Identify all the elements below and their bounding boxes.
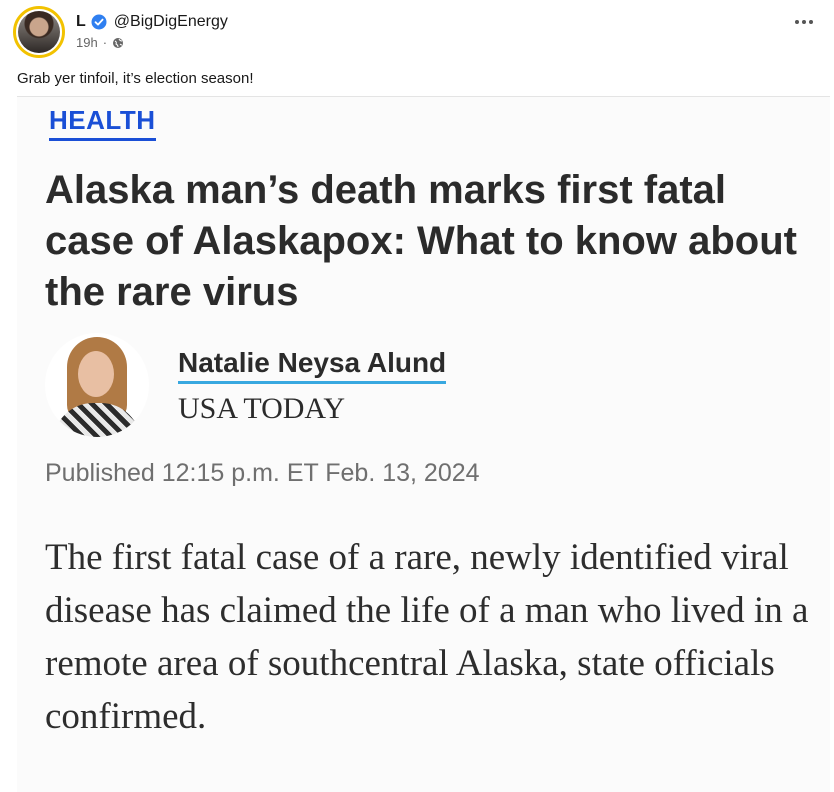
more-options-button[interactable] [792,12,816,32]
post-header: L @BigDigEnergy 19h · [0,0,834,64]
more-icon-dot [809,20,813,24]
meta-separator: · [102,35,108,50]
avatar[interactable] [13,6,65,58]
cutoff-text [45,775,785,792]
author-name[interactable]: L [76,13,86,31]
author-line: L @BigDigEnergy [76,12,228,32]
post-meta: 19h · [76,35,124,50]
article-body: The first fatal case of a rare, newly id… [45,537,809,737]
article-image[interactable]: HEALTH Alaska man’s death marks first fa… [17,96,830,792]
post-time[interactable]: 19h [76,35,98,50]
verified-icon [91,14,107,30]
post-text: Grab yer tinfoil, it’s election season! [17,70,254,87]
more-icon-dot [802,20,806,24]
article-publication: USA TODAY [178,392,346,425]
avatar-image [18,11,60,53]
more-icon-dot [795,20,799,24]
author-photo [45,333,149,437]
section-tag: HEALTH [49,105,156,141]
article-published: Published 12:15 p.m. ET Feb. 13, 2024 [45,459,480,487]
globe-icon [112,37,124,49]
article-headline: Alaska man’s death marks first fatal cas… [45,168,797,314]
article-author: Natalie Neysa Alund [178,347,447,384]
author-handle[interactable]: @BigDigEnergy [114,13,228,31]
